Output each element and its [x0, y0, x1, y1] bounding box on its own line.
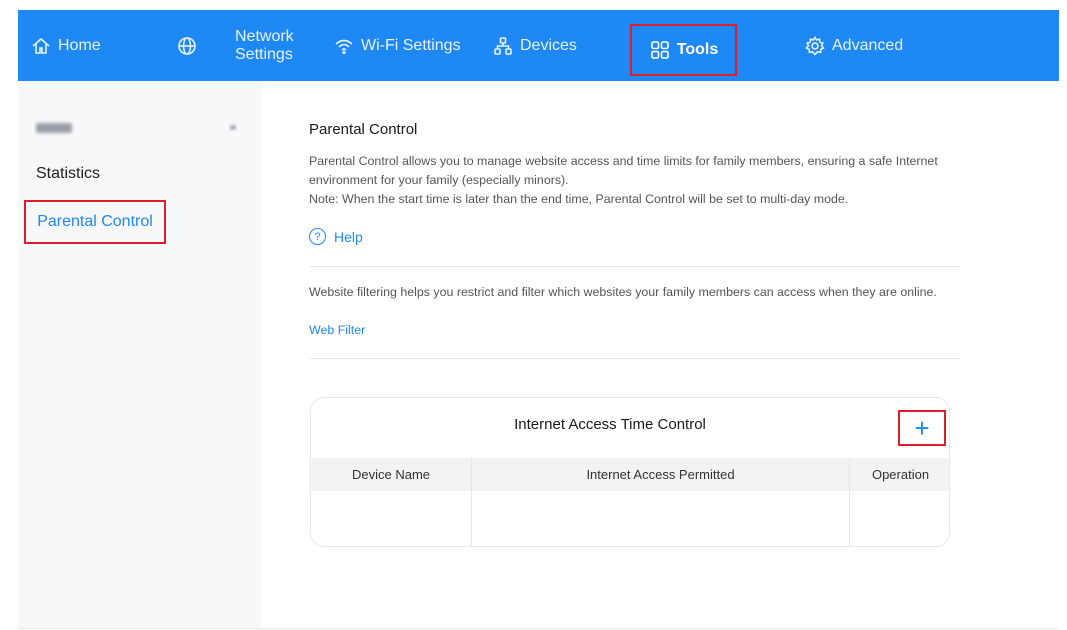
divider	[309, 266, 960, 267]
web-filter-link[interactable]: Web Filter	[309, 323, 365, 337]
wifi-icon	[333, 35, 355, 57]
add-rule-button[interactable]: +	[898, 410, 946, 446]
sidebar-redacted-mark	[230, 125, 236, 130]
tools-grid-icon	[649, 39, 671, 61]
nav-tools[interactable]: Tools	[630, 24, 737, 76]
empty-cell	[311, 491, 472, 546]
web-filter-description: Website filtering helps you restrict and…	[309, 285, 937, 299]
nav-devices-label: Devices	[520, 36, 577, 54]
sidebar-redacted-item	[36, 123, 72, 133]
nav-globe[interactable]	[176, 10, 204, 81]
nav-network-label-line1: Network	[235, 27, 294, 45]
nav-advanced-label: Advanced	[832, 36, 904, 54]
column-header-device-name: Device Name	[311, 458, 472, 491]
divider	[309, 358, 960, 359]
table-body-empty	[311, 491, 949, 546]
description-text: Parental Control allows you to manage we…	[309, 154, 938, 187]
column-header-internet-access-permitted: Internet Access Permitted	[472, 458, 850, 491]
note-text: Note: When the start time is later than …	[309, 192, 849, 206]
empty-cell	[472, 491, 850, 546]
sidebar: Statistics Parental Control	[18, 81, 261, 629]
devices-icon	[492, 35, 514, 57]
page-title: Parental Control	[309, 121, 418, 138]
nav-wifi-label: Wi-Fi Settings	[361, 36, 461, 54]
table-header: Device Name Internet Access Permitted Op…	[311, 458, 949, 491]
globe-icon	[176, 35, 198, 57]
home-icon	[30, 35, 52, 57]
sidebar-item-parental-control[interactable]: Parental Control	[24, 200, 166, 244]
question-circle-icon: ?	[309, 228, 326, 245]
column-header-operation: Operation	[871, 467, 930, 482]
nav-network-settings[interactable]: Network Settings	[235, 10, 294, 81]
nav-devices[interactable]: Devices	[492, 10, 577, 81]
help-link[interactable]: ? Help	[309, 228, 363, 245]
sidebar-item-statistics[interactable]: Statistics	[36, 165, 100, 183]
nav-wifi-settings[interactable]: Wi-Fi Settings	[333, 10, 461, 81]
divider	[18, 628, 1059, 629]
nav-home[interactable]: Home	[30, 10, 101, 81]
gear-icon	[804, 35, 826, 57]
nav-advanced[interactable]: Advanced	[804, 10, 903, 81]
internet-access-time-control-card: Internet Access Time Control + Device Na…	[310, 397, 950, 547]
help-label: Help	[334, 228, 363, 245]
nav-tools-label: Tools	[676, 41, 719, 58]
top-navigation-bar: Home Network Settings Wi-Fi Settings Dev…	[18, 10, 1059, 81]
plus-icon: +	[914, 412, 930, 443]
nav-network-label-line2: Settings	[235, 45, 293, 63]
nav-home-label: Home	[58, 36, 101, 54]
card-title: Internet Access Time Control	[514, 416, 706, 433]
sidebar-item-label: Parental Control	[37, 213, 153, 230]
page-description: Parental Control allows you to manage we…	[309, 152, 959, 209]
